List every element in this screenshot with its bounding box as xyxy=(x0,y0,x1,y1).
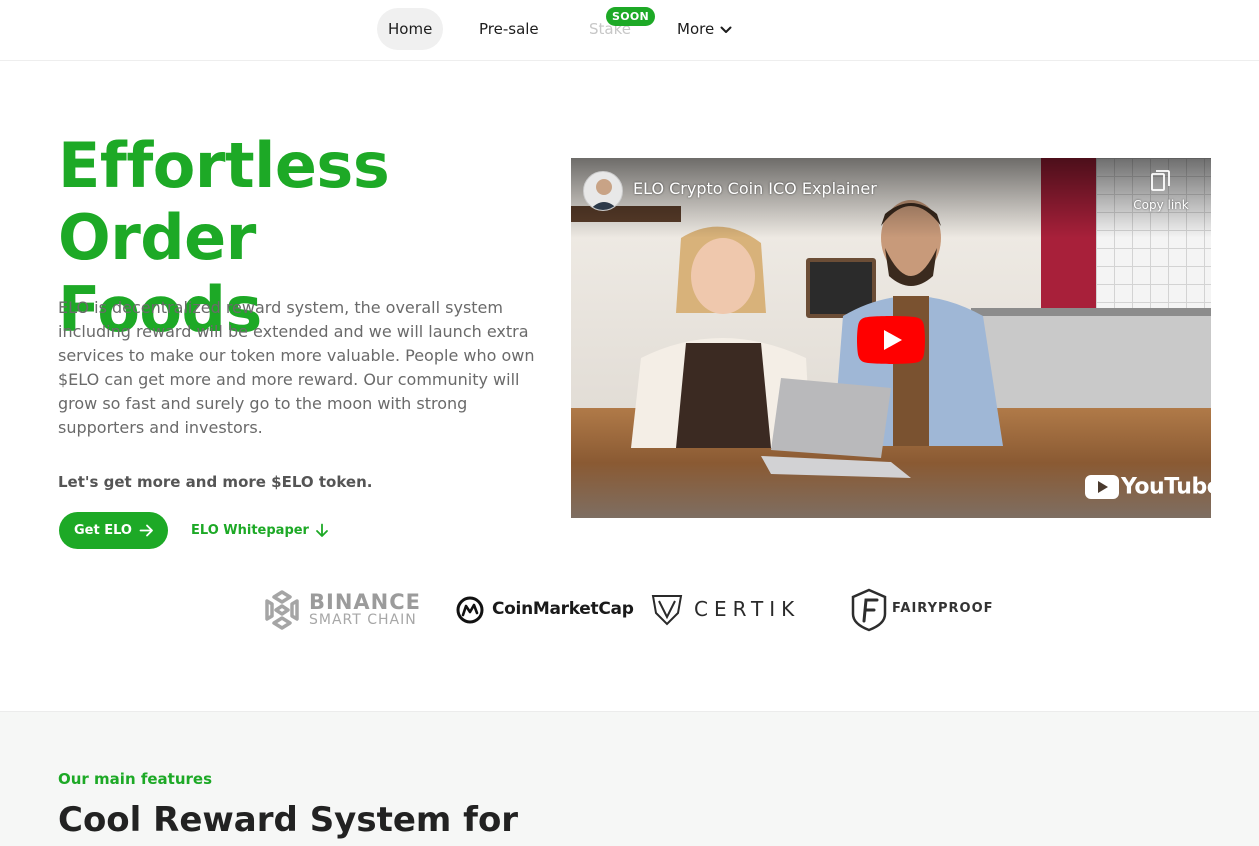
hero-description: ELO is decentralized reward system, the … xyxy=(58,298,535,437)
youtube-wordmark: YouTube xyxy=(1121,474,1211,500)
youtube-play-icon xyxy=(1085,475,1119,499)
nav-presale[interactable]: Pre-sale xyxy=(468,8,550,50)
partner-certik[interactable]: CERTIK xyxy=(651,586,821,634)
soon-badge: SOON xyxy=(606,7,656,26)
top-nav: Home Pre-sale Stake SOON More xyxy=(0,0,1259,61)
copy-link-label: Copy link xyxy=(1133,198,1189,212)
video-title[interactable]: ELO Crypto Coin ICO Explainer xyxy=(633,179,877,198)
chevron-down-icon xyxy=(720,26,732,33)
hero-title-line1: Effortless Order xyxy=(58,129,390,274)
certik-label: CERTIK xyxy=(694,597,801,621)
coinmarketcap-logo-icon xyxy=(456,596,484,624)
arrow-down-icon xyxy=(316,523,328,537)
play-button-icon[interactable] xyxy=(857,316,925,364)
coinmarketcap-label: CoinMarketCap xyxy=(492,599,634,619)
video-scene-coffee-machine xyxy=(971,308,1211,408)
youtube-video-player[interactable]: ELO Crypto Coin ICO Explainer Copy link … xyxy=(571,158,1211,518)
video-title-shade xyxy=(571,158,1211,238)
get-elo-button[interactable]: Get ELO xyxy=(59,512,168,549)
fairyproof-shield-icon xyxy=(851,588,887,632)
copy-link-button[interactable]: Copy link xyxy=(1129,170,1193,212)
video-scene-laptop xyxy=(761,378,911,478)
binance-logo-icon xyxy=(265,590,299,630)
features-eyebrow: Our main features xyxy=(58,770,213,788)
binance-label: BINANCE xyxy=(309,590,421,614)
partner-coinmarketcap[interactable]: CoinMarketCap xyxy=(456,586,634,634)
whitepaper-link[interactable]: ELO Whitepaper xyxy=(191,512,329,549)
avatar-person-icon xyxy=(589,179,619,210)
copy-icon xyxy=(1151,170,1170,191)
channel-avatar[interactable] xyxy=(583,171,623,211)
fairyproof-label: FAIRYPROOF xyxy=(892,601,994,616)
hero-cta-text: Let's get more and more $ELO token. xyxy=(58,473,373,491)
partner-binance-smart-chain[interactable]: BINANCE SMART CHAIN xyxy=(262,586,426,634)
partner-fairyproof[interactable]: FAIRYPROOF xyxy=(850,586,1010,634)
features-section: Our main features Cool Reward System for xyxy=(0,711,1259,846)
youtube-logo[interactable]: YouTube xyxy=(1085,474,1211,504)
nav-home[interactable]: Home xyxy=(377,8,444,50)
certik-shield-icon xyxy=(651,595,683,626)
features-title: Cool Reward System for xyxy=(58,800,519,840)
smart-chain-label: SMART CHAIN xyxy=(309,612,417,628)
get-elo-label: Get ELO xyxy=(74,523,132,538)
nav-more-label: More xyxy=(677,20,715,38)
nav-more[interactable]: More xyxy=(666,8,743,50)
whitepaper-label: ELO Whitepaper xyxy=(191,523,309,538)
arrow-right-icon xyxy=(139,524,153,537)
